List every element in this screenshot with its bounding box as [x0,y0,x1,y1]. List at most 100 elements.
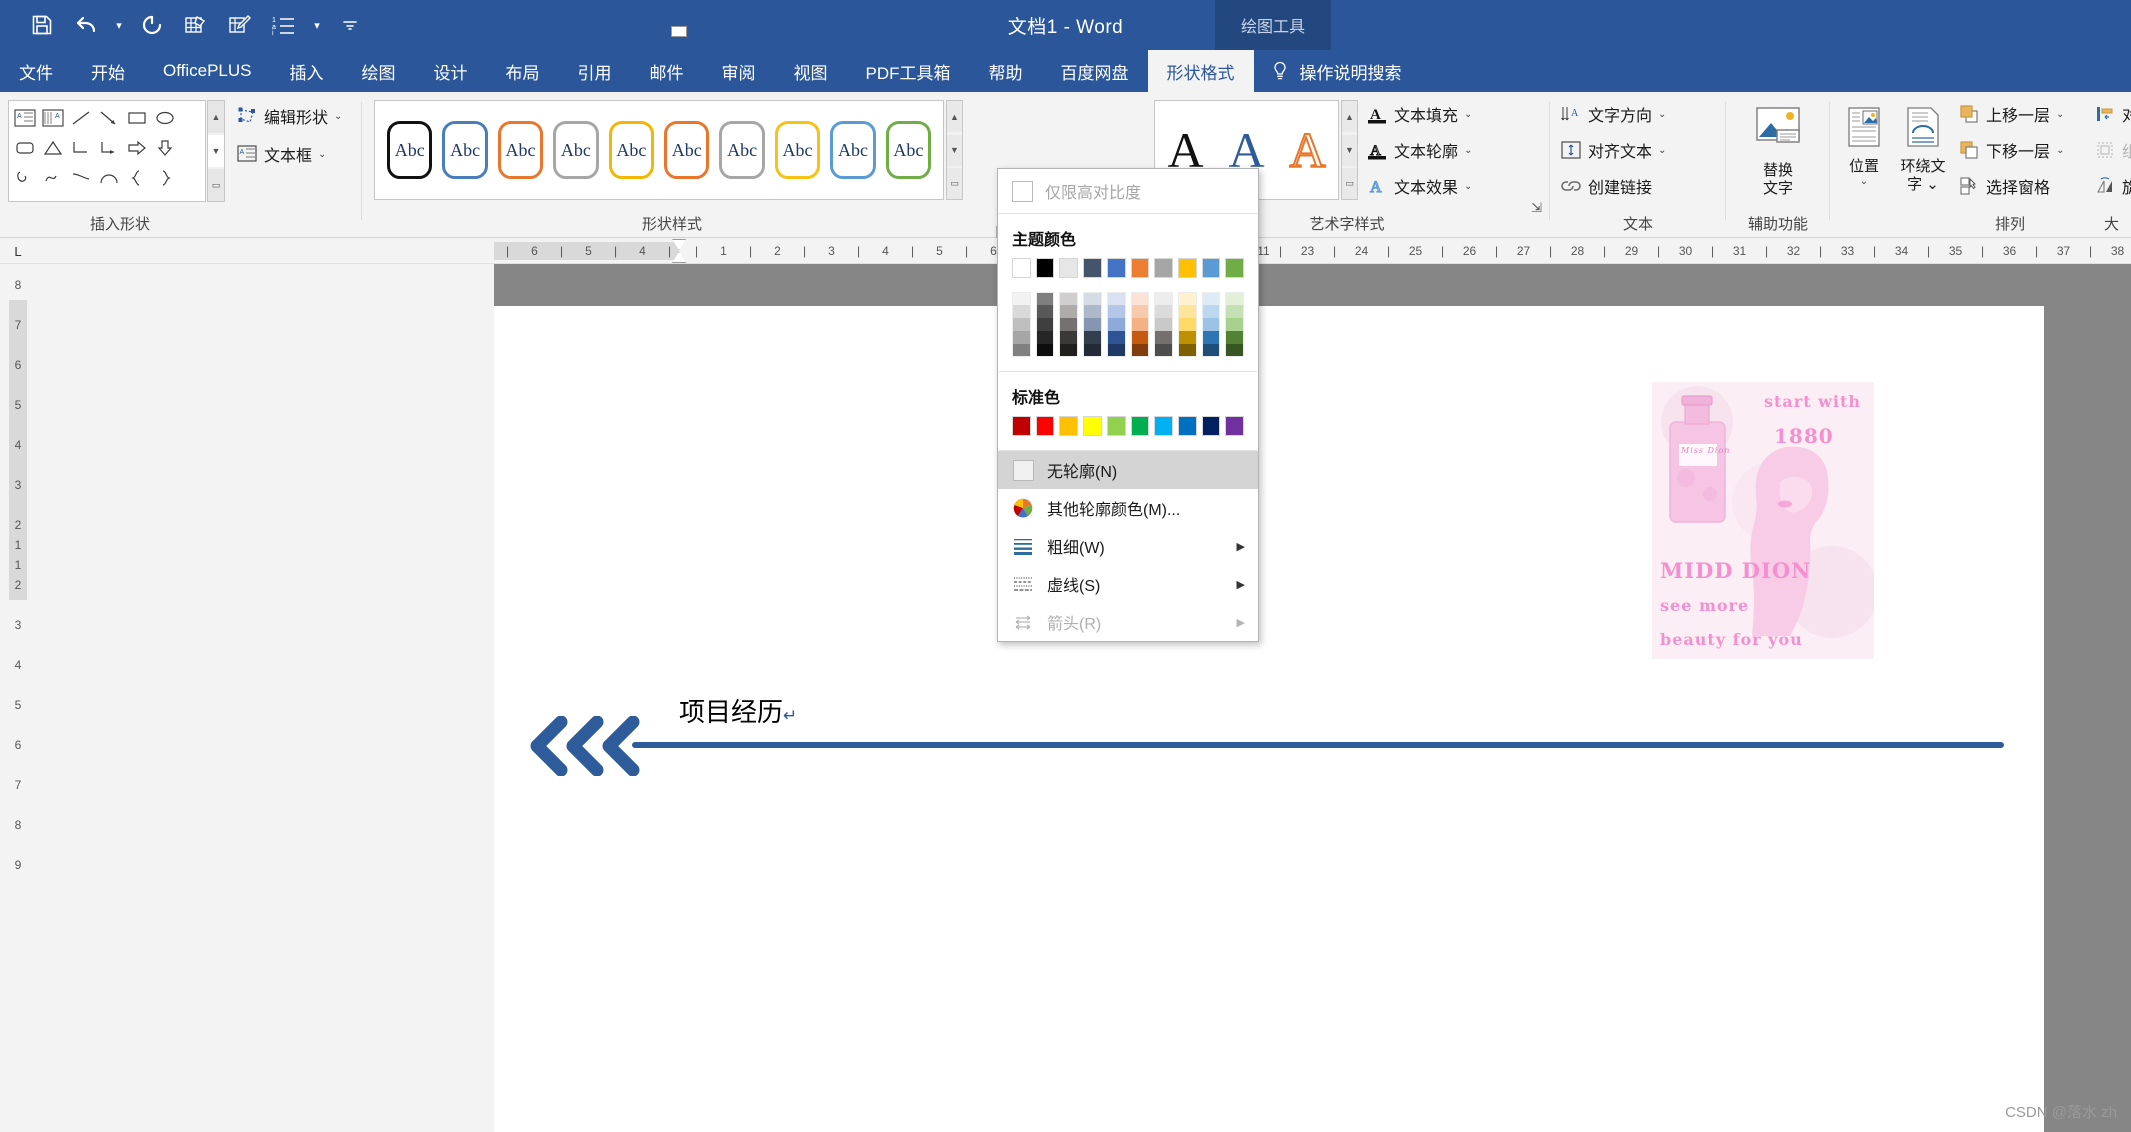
chevron-down-icon[interactable]: ⌄ [1464,181,1472,192]
rotate-button[interactable]: 旋 [2094,174,2131,198]
text-direction-button[interactable]: A 文字方向 ⌄ [1560,102,1666,126]
shape-elbow-arrow-icon[interactable] [95,133,123,163]
chevron-down-icon[interactable]: ⌄ [1658,145,1666,156]
vruler-marker[interactable] [8,488,28,492]
shape-down-arrow-icon[interactable] [151,133,179,163]
shape-freeform-icon[interactable] [11,163,39,193]
theme-color-10[interactable] [1225,258,1244,278]
shape-scribble-icon[interactable] [39,163,67,193]
standard-color-8[interactable] [1178,416,1197,436]
shape-styles-scrollbar[interactable]: ▲ ▼ ▭ [946,100,963,200]
chevron-down-icon[interactable]: ⌄ [318,149,326,160]
theme-variant-col-7[interactable] [1154,292,1173,357]
standard-color-2[interactable] [1036,416,1055,436]
theme-variant-col-2[interactable] [1036,292,1055,357]
shape-style-8[interactable]: Abc [775,121,820,179]
standard-color-1[interactable] [1012,416,1031,436]
tab-baidu-netdisk[interactable]: 百度网盘 [1042,50,1148,92]
shape-style-7[interactable]: Abc [719,121,764,179]
shape-styles-gallery[interactable]: Abc Abc Abc Abc Abc Abc Abc Abc Abc Abc [374,100,944,200]
vertical-ruler[interactable]: 8 7 6 5 4 3 2 1 1 2 3 4 5 6 7 8 9 [0,300,36,1132]
text-outline-button[interactable]: A 文本轮廓 ⌄ [1366,138,1472,162]
shape-oval-icon[interactable] [151,103,179,133]
alt-text-button[interactable]: 替换 文字 [1726,102,1830,197]
theme-color-5[interactable] [1107,258,1126,278]
shape-right-arrow-icon[interactable] [123,133,151,163]
tab-view[interactable]: 视图 [775,50,847,92]
theme-variant-col-4[interactable] [1083,292,1102,357]
bring-forward-button[interactable]: 上移一层 ⌄ [1958,102,2064,126]
chevron-decoration[interactable] [527,716,647,776]
theme-variant-col-9[interactable] [1202,292,1221,357]
shapes-gallery-more-icon[interactable]: ▭ [208,169,224,201]
wordart-scroll-up-icon[interactable]: ▲ [1342,101,1357,132]
standard-color-5[interactable] [1107,416,1126,436]
text-box-button[interactable]: A 文本框 ⌄ [236,142,326,166]
table-draw-icon[interactable] [220,5,260,45]
tab-insert[interactable]: 插入 [271,50,343,92]
wordart-scroll-down-icon[interactable]: ▼ [1342,135,1357,166]
menu-item-dashes[interactable]: 虚线(S) ▶ [998,565,1258,603]
shape-style-3[interactable]: Abc [498,121,543,179]
styles-gallery-more-icon[interactable]: ▭ [947,168,962,199]
tab-draw[interactable]: 绘图 [343,50,415,92]
undo-dropdown-caret[interactable]: ▾ [110,5,128,45]
theme-variant-col-10[interactable] [1225,292,1244,357]
chevron-down-icon[interactable]: ⌄ [1658,109,1666,120]
shape-triangle-icon[interactable] [39,133,67,163]
horizontal-rule-shape[interactable] [632,742,2004,748]
theme-color-6[interactable] [1131,258,1150,278]
tab-design[interactable]: 设计 [415,50,487,92]
submenu-arrow-icon[interactable]: ▶ [1237,540,1245,553]
theme-variant-col-8[interactable] [1178,292,1197,357]
menu-item-more-outline-colors[interactable]: 其他轮廓颜色(M)... [998,489,1258,527]
shape-right-brace-icon[interactable] [151,163,179,193]
theme-color-7[interactable] [1154,258,1173,278]
numbering-icon[interactable]: 1ai [264,5,304,45]
shape-text-box-icon[interactable]: A [11,103,39,133]
theme-color-3[interactable] [1059,258,1078,278]
tab-shape-format[interactable]: 形状格式 [1148,50,1254,92]
standard-color-7[interactable] [1154,416,1173,436]
theme-color-4[interactable] [1083,258,1102,278]
shape-vertical-text-icon[interactable]: A [39,103,67,133]
submenu-arrow-icon[interactable]: ▶ [1237,578,1245,591]
create-link-button[interactable]: 创建链接 [1560,174,1652,198]
more-commands-icon[interactable] [330,5,370,45]
shape-left-brace-icon[interactable] [123,163,151,193]
standard-colors-row[interactable] [998,414,1258,450]
wordart-gallery-scrollbar[interactable]: ▲ ▼ ▭ [1341,100,1358,200]
position-button[interactable]: 位置 ⌄ [1836,102,1892,187]
standard-color-6[interactable] [1131,416,1150,436]
theme-variant-col-1[interactable] [1012,292,1031,357]
numbering-dropdown-caret[interactable]: ▾ [308,5,326,45]
tab-officeplus[interactable]: OfficePLUS [144,50,271,92]
table-erase-icon[interactable] [176,5,216,45]
tab-layout[interactable]: 布局 [487,50,559,92]
tab-pdf-toolbox[interactable]: PDF工具箱 [847,50,970,92]
perfume-poster-image[interactable]: start with 1880 MIDD DION see more beaut… [1652,382,1874,659]
shape-style-10[interactable]: Abc [886,121,931,179]
text-fill-button[interactable]: A 文本填充 ⌄ [1366,102,1472,126]
shape-style-9[interactable]: Abc [830,121,875,179]
chevron-down-icon[interactable]: ⌄ [1464,109,1472,120]
selection-pane-button[interactable]: 选择窗格 [1958,174,2050,198]
tell-me-search[interactable]: 操作说明搜索 [1254,50,1420,92]
align-button[interactable]: 对 [2094,102,2131,126]
tab-file[interactable]: 文件 [0,50,72,92]
tab-references[interactable]: 引用 [559,50,631,92]
theme-variant-col-5[interactable] [1107,292,1126,357]
shape-style-1[interactable]: Abc [387,121,432,179]
tab-help[interactable]: 帮助 [970,50,1042,92]
shape-arc-icon[interactable] [95,163,123,193]
shape-style-4[interactable]: Abc [553,121,598,179]
shapes-scroll-down-icon[interactable]: ▼ [208,135,224,167]
wordart-dialog-launcher[interactable]: ⇲ [1531,200,1542,216]
chevron-down-icon[interactable]: ⌄ [2056,109,2064,120]
tab-mailings[interactable]: 邮件 [631,50,703,92]
menu-item-no-outline[interactable]: 无轮廓(N) [998,451,1258,489]
standard-color-3[interactable] [1059,416,1078,436]
standard-color-9[interactable] [1202,416,1221,436]
theme-color-2[interactable] [1036,258,1055,278]
theme-colors-row[interactable] [998,256,1258,286]
